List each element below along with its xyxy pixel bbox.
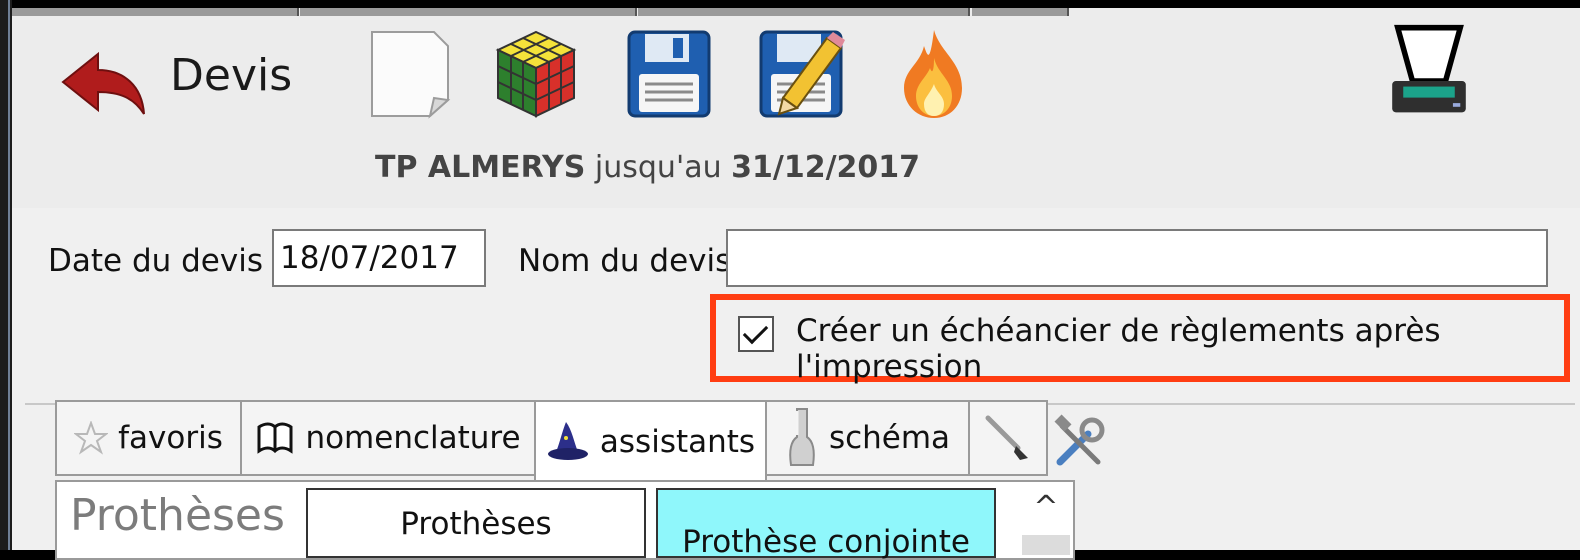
collapse-caret-icon[interactable]: ^ bbox=[1270, 0, 1295, 28]
top-tab[interactable] bbox=[638, 8, 970, 16]
scrollbar-thumb[interactable] bbox=[1022, 535, 1070, 555]
window-left-border bbox=[8, 0, 10, 550]
page-title: Devis bbox=[170, 50, 293, 101]
top-tab[interactable] bbox=[12, 8, 299, 16]
date-field[interactable] bbox=[272, 229, 486, 287]
tab-label: favoris bbox=[118, 420, 223, 456]
tab-label: assistants bbox=[599, 424, 756, 460]
tooth-icon bbox=[789, 408, 815, 466]
book-icon bbox=[257, 422, 293, 454]
top-tab[interactable] bbox=[300, 8, 637, 16]
nom-devis-field[interactable] bbox=[726, 229, 1548, 287]
prothese-conjointe-button[interactable]: Prothèse conjointe bbox=[656, 488, 996, 560]
save-edit-icon[interactable] bbox=[757, 28, 845, 120]
rubiks-cube-icon[interactable] bbox=[492, 28, 580, 120]
top-tab[interactable] bbox=[972, 8, 1069, 16]
tab-schema[interactable]: schéma bbox=[765, 400, 970, 476]
tools-icon[interactable] bbox=[1052, 414, 1108, 470]
nom-label: Nom du devis bbox=[518, 243, 732, 279]
tab-nomenclature[interactable]: nomenclature bbox=[240, 400, 536, 476]
tab-assistants[interactable]: assistants bbox=[534, 400, 767, 482]
echeancier-checkbox[interactable] bbox=[738, 316, 774, 352]
tp-info: TP ALMERYS jusqu'au 31/12/2017 bbox=[375, 150, 920, 185]
tab-label: schéma bbox=[828, 420, 951, 456]
tp-connector: jusqu'au bbox=[585, 150, 732, 185]
brush-icon bbox=[985, 415, 1028, 460]
date-label: Date du devis : bbox=[48, 243, 284, 279]
protheses-button[interactable]: Prothèses bbox=[306, 488, 646, 558]
star-icon bbox=[74, 421, 109, 455]
fire-icon[interactable] bbox=[890, 28, 978, 120]
panel-title: Prothèses bbox=[70, 490, 285, 541]
tab-favoris[interactable]: favoris bbox=[55, 400, 242, 476]
tab-brush[interactable] bbox=[968, 400, 1048, 476]
back-arrow-icon[interactable] bbox=[58, 50, 148, 120]
window-left-edge bbox=[0, 0, 12, 550]
wizard-hat-icon bbox=[547, 422, 588, 460]
save-icon[interactable] bbox=[625, 28, 713, 120]
tp-date: 31/12/2017 bbox=[731, 150, 921, 185]
scroll-up-icon[interactable]: ^ bbox=[1022, 490, 1070, 526]
tp-provider: TP ALMERYS bbox=[375, 150, 586, 185]
scanner-icon[interactable] bbox=[1385, 24, 1473, 116]
echeancier-checkbox-label[interactable]: Créer un échéancier de règlements après … bbox=[796, 313, 1580, 385]
tab-label: nomenclature bbox=[305, 420, 521, 456]
new-document-icon[interactable] bbox=[368, 28, 456, 120]
